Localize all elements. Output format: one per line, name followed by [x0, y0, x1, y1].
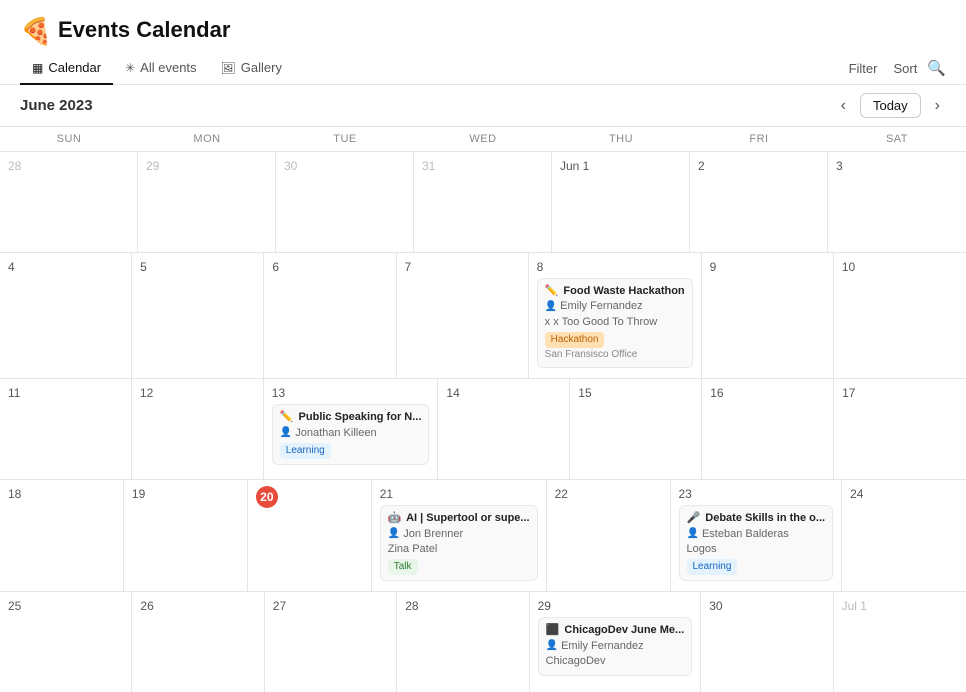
cal-day: 24 — [842, 480, 966, 591]
cal-day-jun8: 8 ✏️ Food Waste Hackathon Emily Fernande… — [529, 253, 702, 378]
cal-day: 19 — [124, 480, 248, 591]
tab-gallery[interactable]: 🖼 Gallery — [209, 52, 294, 85]
day-header-tue: Tue — [276, 127, 414, 151]
tab-calendar[interactable]: ▦ Calendar — [20, 52, 113, 85]
cal-day: 26 — [132, 592, 264, 692]
event-tag-hackathon: Hackathon — [545, 332, 605, 348]
calendar-week: 18 19 20 21 🤖 AI | Supertool or supe... … — [0, 480, 966, 592]
month-title: June 2023 — [20, 97, 93, 114]
calendar-week: 28 29 30 31 Jun 1 2 3 — [0, 152, 966, 253]
all-events-tab-icon: ✳ — [125, 61, 135, 75]
cal-day: 2 — [690, 152, 828, 252]
sort-button[interactable]: Sort — [887, 57, 923, 80]
cal-day-jun20: 20 — [248, 480, 372, 591]
day-header-sat: Sat — [828, 127, 966, 151]
day-header-wed: Wed — [414, 127, 552, 151]
cal-day: 5 — [132, 253, 264, 378]
search-button[interactable]: 🔍 — [927, 59, 946, 77]
calendar-week: 4 5 6 7 8 ✏️ Food Waste Hackathon Emily … — [0, 253, 966, 379]
app-logo: 🍕 — [20, 16, 48, 44]
calendar-header-row: Sun Mon Tue Wed Thu Fri Sat — [0, 127, 966, 152]
cal-day: 7 — [397, 253, 529, 378]
cal-day-jun23: 23 🎤 Debate Skills in the o... Esteban B… — [671, 480, 843, 591]
cal-day: 11 — [0, 379, 132, 479]
cal-day: 10 — [834, 253, 966, 378]
nav-tabs: ▦ Calendar ✳ All events 🖼 Gallery Filter… — [0, 52, 966, 85]
event-tag-talk: Talk — [388, 559, 418, 575]
event-food-waste[interactable]: ✏️ Food Waste Hackathon Emily Fernandez … — [537, 278, 693, 368]
cal-day: 27 — [265, 592, 397, 692]
cal-day: 14 — [438, 379, 570, 479]
today-button[interactable]: Today — [860, 93, 921, 118]
prev-month-button[interactable]: ‹ — [835, 95, 852, 117]
cal-day: 25 — [0, 592, 132, 692]
calendar-weeks: 28 29 30 31 Jun 1 2 3 4 5 6 7 8 ✏️ Food … — [0, 152, 966, 692]
app-title: Events Calendar — [58, 17, 230, 43]
next-month-button[interactable]: › — [929, 95, 946, 117]
event-tag-learning: Learning — [687, 559, 738, 575]
cal-day: 29 — [138, 152, 276, 252]
cal-day: 30 — [701, 592, 833, 692]
day-header-thu: Thu — [552, 127, 690, 151]
cal-day: 28 — [397, 592, 529, 692]
cal-day: 6 — [264, 253, 396, 378]
toolbar: June 2023 ‹ Today › — [0, 85, 966, 126]
calendar-grid: Sun Mon Tue Wed Thu Fri Sat 28 29 30 31 … — [0, 126, 966, 692]
calendar-week: 25 26 27 28 29 ⬛ ChicagoDev June Me... E… — [0, 592, 966, 692]
cal-day-jun13: 13 ✏️ Public Speaking for N... Jonathan … — [264, 379, 439, 479]
event-ai-supertool[interactable]: 🤖 AI | Supertool or supe... Jon Brenner … — [380, 505, 538, 581]
filter-button[interactable]: Filter — [843, 57, 884, 80]
cal-day: 15 — [570, 379, 702, 479]
today-number: 20 — [256, 486, 278, 508]
cal-day: 30 — [276, 152, 414, 252]
cal-day: 18 — [0, 480, 124, 591]
event-debate-skills[interactable]: 🎤 Debate Skills in the o... Esteban Bald… — [679, 505, 834, 581]
app-header: 🍕 Events Calendar — [0, 0, 966, 52]
cal-day: 17 — [834, 379, 966, 479]
cal-day: Jun 1 — [552, 152, 690, 252]
cal-day-jun21: 21 🤖 AI | Supertool or supe... Jon Brenn… — [372, 480, 547, 591]
cal-day: 31 — [414, 152, 552, 252]
calendar-week: 11 12 13 ✏️ Public Speaking for N... Jon… — [0, 379, 966, 480]
cal-day: 22 — [547, 480, 671, 591]
cal-day: 12 — [132, 379, 264, 479]
event-chicagodev[interactable]: ⬛ ChicagoDev June Me... Emily Fernandez … — [538, 617, 693, 675]
cal-day: 28 — [0, 152, 138, 252]
calendar-tab-icon: ▦ — [32, 61, 43, 75]
cal-day: 4 — [0, 253, 132, 378]
day-header-mon: Mon — [138, 127, 276, 151]
tab-all-events[interactable]: ✳ All events — [113, 52, 208, 85]
event-public-speaking[interactable]: ✏️ Public Speaking for N... Jonathan Kil… — [272, 404, 430, 465]
cal-day: 3 — [828, 152, 966, 252]
cal-day-jun29: 29 ⬛ ChicagoDev June Me... Emily Fernand… — [530, 592, 702, 692]
cal-day: 16 — [702, 379, 834, 479]
cal-day: Jul 1 — [834, 592, 966, 692]
event-tag-learning: Learning — [280, 443, 331, 459]
cal-day: 9 — [702, 253, 834, 378]
gallery-tab-icon: 🖼 — [221, 61, 236, 75]
day-header-fri: Fri — [690, 127, 828, 151]
day-header-sun: Sun — [0, 127, 138, 151]
